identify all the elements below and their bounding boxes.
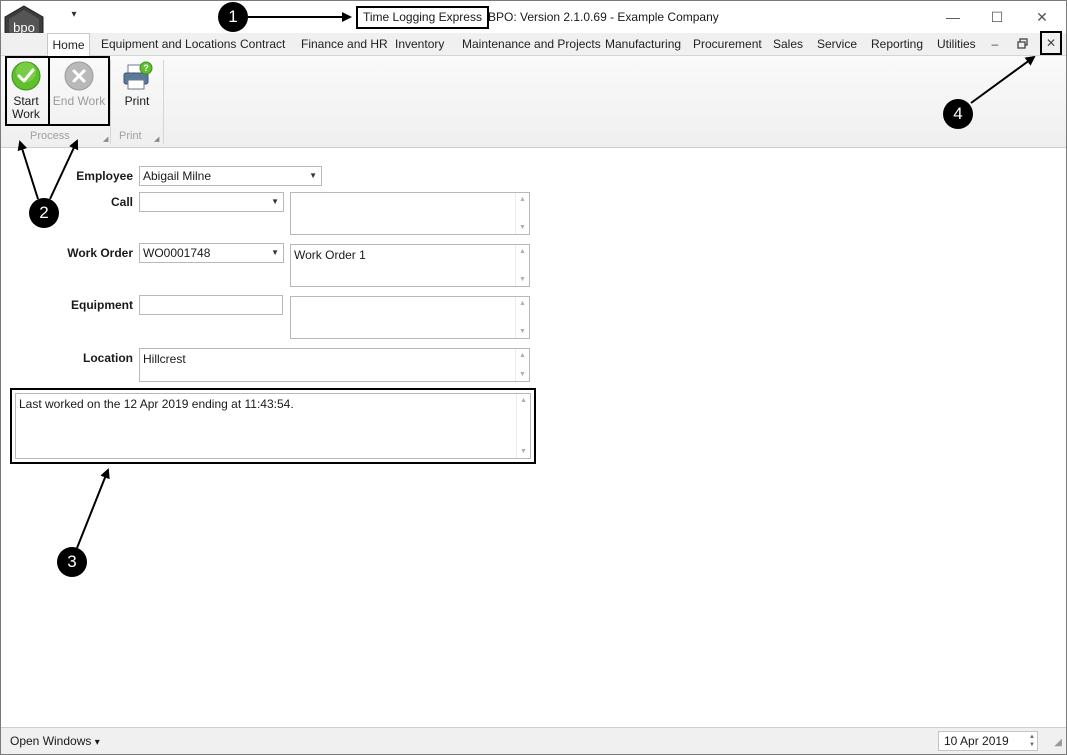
minimize-button[interactable]: — — [943, 7, 963, 27]
work-order-label: Work Order — [67, 246, 133, 260]
status-bar: Open Windows ▾ 10 Apr 2019 ▲ ▼ ◢ — [1, 727, 1066, 754]
tab-manufacturing[interactable]: Manufacturing — [605, 33, 681, 56]
equipment-label: Equipment — [71, 298, 133, 312]
callout-1: 1 — [218, 2, 248, 32]
open-windows-label: Open Windows — [10, 734, 92, 748]
resize-grip-icon[interactable]: ◢ — [1054, 737, 1062, 748]
location-value: Hillcrest — [143, 352, 186, 366]
mdi-restore-button[interactable] — [1014, 33, 1032, 55]
chevron-down-icon: ▼ — [271, 197, 279, 206]
close-window-button[interactable]: ✕ — [1032, 7, 1052, 27]
tab-inventory[interactable]: Inventory — [395, 33, 444, 56]
tab-utilities[interactable]: Utilities — [937, 33, 976, 56]
print-button[interactable]: ? Print — [117, 59, 157, 127]
employee-label: Employee — [76, 169, 133, 183]
maximize-button[interactable]: ☐ — [987, 7, 1007, 27]
last-worked-message: Last worked on the 12 Apr 2019 ending at… — [15, 393, 531, 459]
callout-3: 3 — [57, 547, 87, 577]
date-field[interactable]: 10 Apr 2019 ▲ ▼ — [938, 731, 1038, 751]
date-spinner-icon[interactable]: ▲ ▼ — [1029, 733, 1035, 749]
app-window: bpo ▾ Time Logging Express BPO: Version … — [0, 0, 1067, 755]
tab-contract[interactable]: Contract — [240, 33, 285, 56]
chevron-down-icon: ▼ — [271, 248, 279, 257]
print-group-launcher[interactable]: ◢ — [154, 135, 159, 143]
ribbon-tabs: Home Equipment and Locations Contract Fi… — [1, 31, 1066, 57]
scrollbar[interactable]: ▲ ▼ — [515, 245, 529, 286]
location-label: Location — [83, 351, 133, 365]
scrollbar[interactable]: ▲ ▼ — [515, 297, 529, 338]
work-order-combo[interactable]: WO0001748 ▼ — [139, 243, 284, 263]
ribbon-panel: Start Work End Work ? Print Process ◢ Pr… — [1, 56, 1066, 148]
callout-2: 2 — [29, 198, 59, 228]
tab-equipment-and-locations[interactable]: Equipment and Locations — [101, 33, 236, 56]
equipment-input[interactable] — [139, 295, 283, 315]
location-field[interactable]: Hillcrest ▲ ▼ — [139, 348, 530, 382]
tab-maintenance-and-projects[interactable]: Maintenance and Projects — [462, 33, 601, 56]
highlight-end-work — [48, 56, 110, 126]
employee-combo[interactable]: Abigail Milne ▼ — [139, 166, 322, 186]
print-label: Print — [124, 94, 150, 108]
svg-text:?: ? — [143, 63, 149, 73]
title-bar: bpo ▾ Time Logging Express BPO: Version … — [1, 1, 1066, 51]
mdi-minimize-button[interactable]: – — [986, 33, 1004, 55]
tab-home[interactable]: Home — [47, 33, 90, 57]
ribbon-group-separator — [110, 60, 111, 144]
call-combo[interactable]: ▼ — [139, 192, 284, 212]
tab-procurement[interactable]: Procurement — [693, 33, 762, 56]
scrollbar[interactable]: ▲ ▼ — [515, 193, 529, 234]
date-value: 10 Apr 2019 — [944, 734, 1009, 748]
group-label-process: Process — [30, 130, 70, 142]
chevron-down-icon: ▾ — [94, 737, 100, 748]
work-order-value: WO0001748 — [143, 246, 211, 260]
scrollbar[interactable]: ▲ ▼ — [516, 394, 530, 458]
restore-icon — [1017, 38, 1028, 49]
highlight-start-work — [5, 56, 50, 126]
mdi-close-button[interactable]: ✕ — [1040, 31, 1062, 55]
last-worked-text: Last worked on the 12 Apr 2019 ending at… — [19, 397, 294, 411]
work-order-description-text: Work Order 1 — [294, 248, 366, 262]
employee-value: Abigail Milne — [143, 169, 212, 183]
chevron-down-icon: ▼ — [309, 171, 317, 180]
tab-reporting[interactable]: Reporting — [871, 33, 923, 56]
tab-sales[interactable]: Sales — [773, 33, 803, 56]
callout-4: 4 — [943, 99, 973, 129]
quick-access-dropdown[interactable]: ▾ — [67, 9, 81, 20]
tab-service[interactable]: Service — [817, 33, 857, 56]
group-label-print: Print — [119, 130, 142, 142]
call-description[interactable]: ▲ ▼ — [290, 192, 530, 235]
tab-finance-and-hr[interactable]: Finance and HR — [301, 33, 388, 56]
printer-icon: ? — [123, 61, 153, 90]
scrollbar[interactable]: ▲ ▼ — [515, 349, 529, 381]
form-title: Time Logging Express — [356, 6, 489, 29]
process-group-launcher[interactable]: ◢ — [103, 135, 108, 143]
work-order-description[interactable]: Work Order 1 ▲ ▼ — [290, 244, 530, 287]
window-title: BPO: Version 2.1.0.69 - Example Company — [488, 10, 719, 24]
open-windows-menu[interactable]: Open Windows ▾ — [10, 734, 100, 748]
equipment-description[interactable]: ▲ ▼ — [290, 296, 530, 339]
ribbon-group-separator — [163, 60, 164, 144]
